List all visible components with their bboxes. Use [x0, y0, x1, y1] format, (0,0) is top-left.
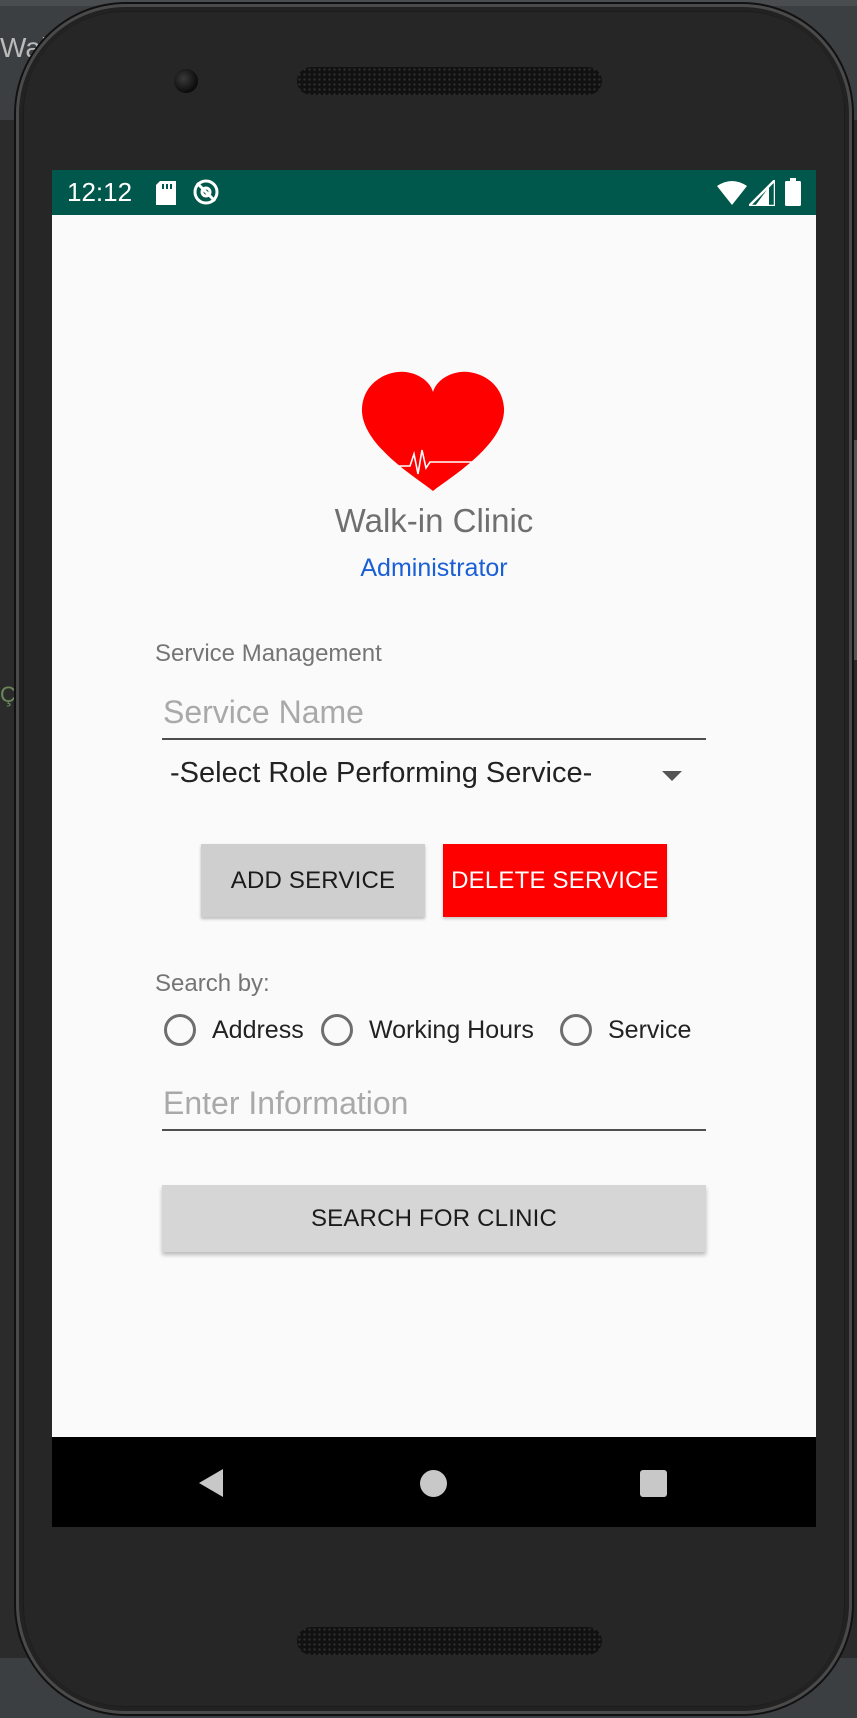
search-type-radio-group: Address Working Hours Service	[164, 1012, 724, 1052]
status-time: 12:12	[67, 177, 133, 207]
heart-pulse-icon	[361, 371, 505, 491]
app-title: Walk-in Clinic	[334, 502, 534, 539]
role-spinner[interactable]: -Select Role Performing Service-	[170, 755, 700, 799]
recents-icon[interactable]	[640, 1470, 667, 1497]
role-subtitle: Administrator	[360, 554, 508, 582]
home-icon[interactable]	[420, 1470, 447, 1497]
wifi-icon	[717, 181, 747, 205]
device-screen: 12:12 Walk-in Clinic Administrator Servi…	[52, 170, 816, 1527]
radio-working-hours[interactable]: Working Hours	[321, 1012, 536, 1052]
sync-disabled-icon	[193, 179, 219, 205]
sd-card-icon	[156, 181, 176, 205]
battery-icon	[785, 178, 801, 206]
radio-label: Address	[212, 1016, 304, 1044]
radio-service[interactable]: Service	[560, 1012, 700, 1052]
search-for-clinic-button[interactable]: SEARCH FOR CLINIC	[162, 1185, 706, 1252]
bottom-speaker-grille	[297, 1627, 602, 1655]
status-bar: 12:12	[52, 170, 816, 215]
back-icon[interactable]	[197, 1468, 227, 1498]
delete-service-button[interactable]: DELETE SERVICE	[443, 844, 667, 917]
dropdown-arrow-icon	[662, 771, 682, 781]
app-content: Walk-in Clinic Administrator Service Man…	[52, 215, 816, 1437]
role-spinner-value: -Select Role Performing Service-	[170, 757, 593, 789]
navigation-bar	[52, 1437, 816, 1527]
radio-address[interactable]: Address	[164, 1012, 314, 1052]
add-service-button[interactable]: ADD SERVICE	[201, 844, 425, 917]
cell-signal-icon	[749, 180, 775, 206]
radio-label: Working Hours	[369, 1016, 534, 1044]
radio-label: Service	[608, 1016, 692, 1044]
radio-unchecked-icon	[164, 1014, 196, 1046]
service-management-heading: Service Management	[155, 640, 382, 667]
radio-unchecked-icon	[321, 1014, 353, 1046]
search-by-heading: Search by:	[155, 970, 270, 997]
radio-unchecked-icon	[560, 1014, 592, 1046]
service-name-input[interactable]: Service Name	[162, 692, 706, 740]
top-speaker-grille	[297, 67, 602, 95]
ide-code-fragment: Ç	[0, 682, 16, 707]
front-camera	[174, 69, 198, 93]
search-information-input[interactable]: Enter Information	[162, 1083, 706, 1131]
